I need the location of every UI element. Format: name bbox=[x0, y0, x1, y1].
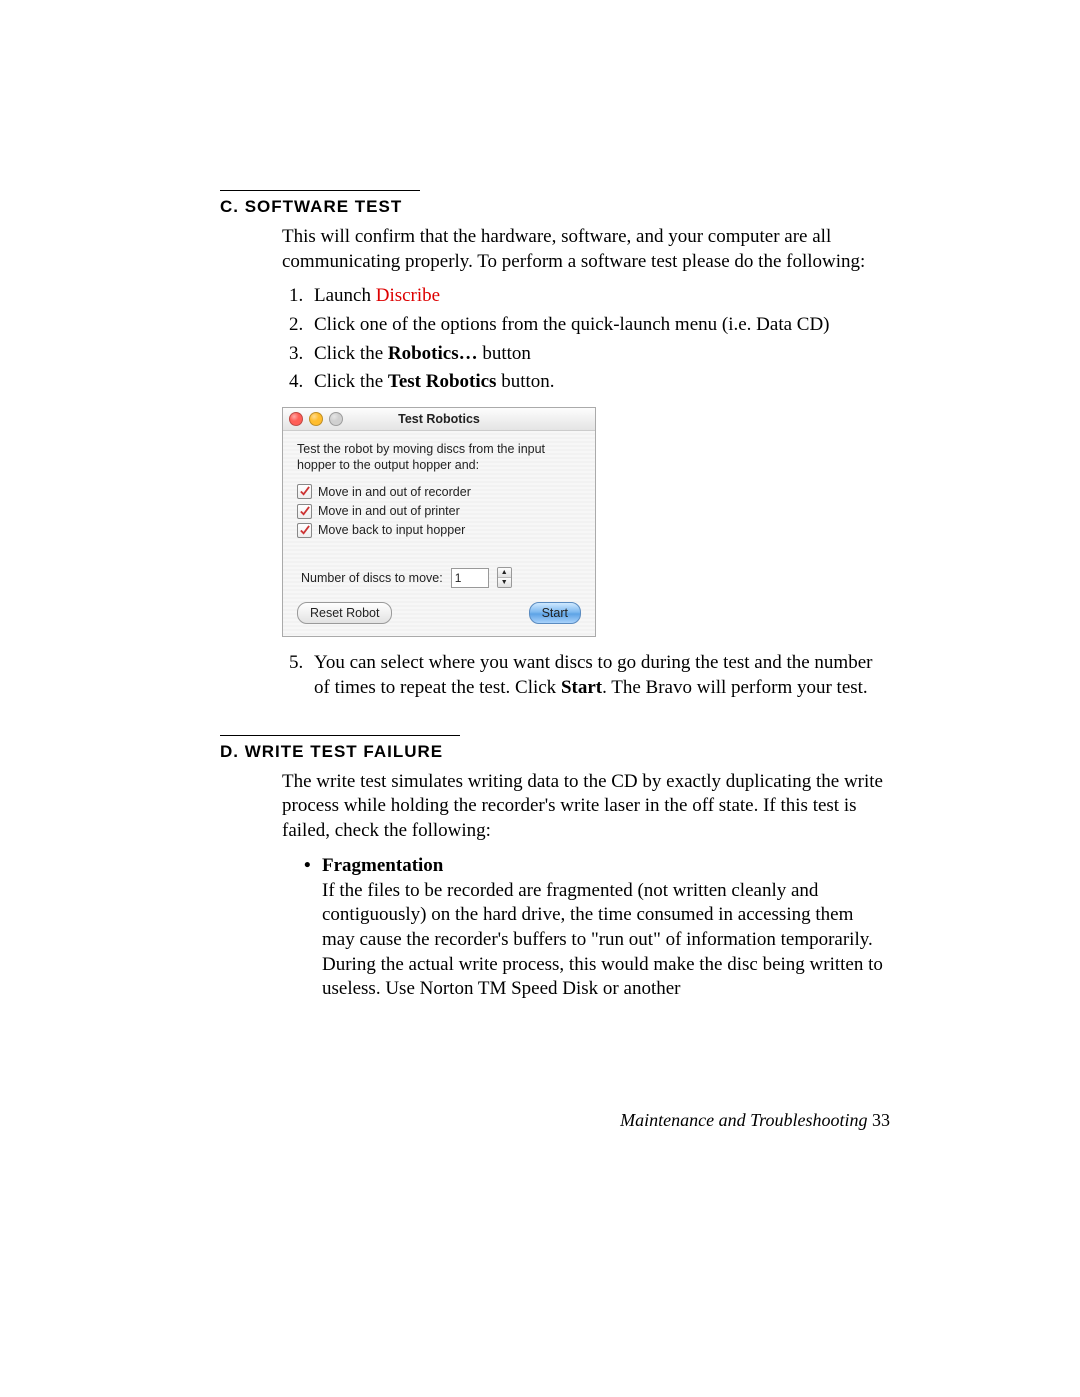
stepper-up-icon[interactable]: ▲ bbox=[498, 568, 511, 578]
bullet-fragmentation: Fragmentation If the files to be recorde… bbox=[322, 854, 890, 1002]
step-1: Launch Discribe bbox=[308, 284, 890, 309]
start-button[interactable]: Start bbox=[529, 602, 581, 624]
step-2: Click one of the options from the quick-… bbox=[308, 313, 890, 338]
discs-input[interactable]: 1 bbox=[451, 568, 489, 588]
section-d-heading: D. WRITE TEST FAILURE bbox=[220, 735, 460, 762]
zoom-icon bbox=[329, 412, 343, 426]
checkbox-printer[interactable]: Move in and out of printer bbox=[297, 503, 581, 519]
checkmark-icon bbox=[297, 504, 312, 519]
reset-robot-button[interactable]: Reset Robot bbox=[297, 602, 392, 624]
bullet-body: If the files to be recorded are fragment… bbox=[322, 880, 883, 1000]
checkbox-input-hopper[interactable]: Move back to input hopper bbox=[297, 522, 581, 538]
checkbox-label: Move in and out of printer bbox=[318, 503, 460, 519]
test-robotics-dialog: Test Robotics Test the robot by moving d… bbox=[282, 407, 596, 637]
checkbox-recorder[interactable]: Move in and out of recorder bbox=[297, 484, 581, 500]
close-icon[interactable] bbox=[289, 412, 303, 426]
checkbox-label: Move back to input hopper bbox=[318, 522, 465, 538]
step-3: Click the Robotics… button bbox=[308, 342, 890, 367]
section-c-heading: C. SOFTWARE TEST bbox=[220, 190, 420, 217]
stepper-down-icon[interactable]: ▼ bbox=[498, 578, 511, 587]
section-c-steps: Launch Discribe Click one of the options… bbox=[282, 284, 890, 395]
checkmark-icon bbox=[297, 523, 312, 538]
dialog-instruction: Test the robot by moving discs from the … bbox=[297, 441, 581, 474]
checkbox-label: Move in and out of recorder bbox=[318, 484, 471, 500]
page-footer: Maintenance and Troubleshooting 33 bbox=[620, 1110, 890, 1131]
page-number: 33 bbox=[872, 1110, 890, 1130]
bullet-title: Fragmentation bbox=[322, 855, 443, 876]
minimize-icon[interactable] bbox=[309, 412, 323, 426]
section-d: D. WRITE TEST FAILURE The write test sim… bbox=[220, 735, 890, 1002]
section-c-intro: This will confirm that the hardware, sof… bbox=[282, 225, 890, 274]
section-d-intro: The write test simulates writing data to… bbox=[282, 770, 890, 844]
step-5: You can select where you want discs to g… bbox=[308, 651, 890, 700]
checkmark-icon bbox=[297, 484, 312, 499]
dialog-titlebar: Test Robotics bbox=[283, 408, 595, 431]
section-d-bullets: Fragmentation If the files to be recorde… bbox=[282, 854, 890, 1002]
discribe-link: Discribe bbox=[376, 285, 440, 306]
section-c-steps-cont: You can select where you want discs to g… bbox=[282, 651, 890, 700]
discs-label: Number of discs to move: bbox=[301, 570, 443, 586]
section-c: C. SOFTWARE TEST This will confirm that … bbox=[220, 190, 890, 701]
discs-stepper[interactable]: ▲ ▼ bbox=[497, 567, 512, 588]
step-4: Click the Test Robotics button. bbox=[308, 370, 890, 395]
